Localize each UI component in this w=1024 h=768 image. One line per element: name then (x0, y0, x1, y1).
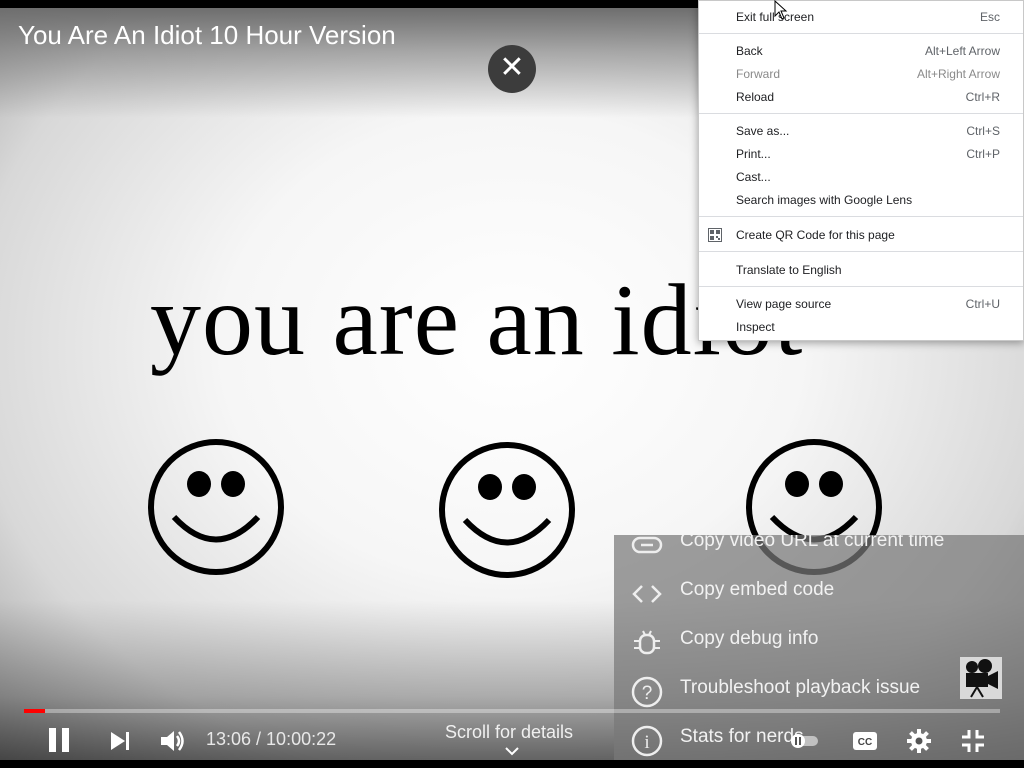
progress-played (24, 709, 46, 713)
player-context-menu: Copy video URL at current time Copy embe… (614, 535, 1024, 760)
menu-item-translate[interactable]: Translate to English (699, 259, 1023, 282)
menu-item-shortcut: Ctrl+S (966, 124, 1000, 138)
menu-item-print[interactable]: Print... Ctrl+P (699, 143, 1023, 166)
menu-item-back[interactable]: Back Alt+Left Arrow (699, 40, 1023, 63)
menu-divider (699, 286, 1023, 287)
settings-gear-icon[interactable] (906, 728, 932, 754)
menu-item-label: View page source (736, 297, 832, 311)
menu-item-reload[interactable]: Reload Ctrl+R (699, 86, 1023, 109)
browser-context-menu: Exit full screen Esc Back Alt+Left Arrow… (698, 0, 1024, 341)
menu-item-shortcut: Ctrl+U (965, 297, 1000, 311)
info-icon: i (631, 725, 663, 757)
menu-item-copy-url[interactable]: Copy video URL at current time (614, 535, 1024, 566)
menu-item-shortcut: Alt+Left Arrow (924, 44, 1000, 58)
bug-icon (634, 630, 660, 655)
video-title[interactable]: You Are An Idiot 10 Hour Version (18, 20, 396, 51)
menu-item-label: Cast... (736, 170, 771, 184)
menu-item-label: Troubleshoot playback issue (680, 677, 921, 698)
menu-divider (699, 251, 1023, 252)
menu-item-label: Inspect (736, 320, 775, 334)
menu-item-label: Copy embed code (680, 579, 835, 600)
menu-item-view-source[interactable]: View page source Ctrl+U (699, 293, 1023, 316)
mouse-cursor-icon (774, 0, 788, 20)
menu-item-label: Stats for nerds (680, 726, 804, 747)
subtitles-icon[interactable]: CC (851, 729, 879, 753)
menu-item-label: Copy debug info (680, 628, 819, 649)
svg-text:?: ? (642, 683, 653, 704)
menu-item-label: Forward (736, 67, 781, 81)
menu-item-label: Reload (736, 90, 775, 104)
help-icon: ? (631, 676, 663, 708)
menu-item-label: Print... (736, 147, 771, 161)
autoplay-toggle-icon[interactable] (790, 731, 820, 751)
pause-icon[interactable] (46, 726, 72, 754)
scroll-for-details[interactable]: Scroll for details (445, 722, 573, 743)
menu-item-shortcut: Esc (979, 10, 1000, 24)
fullscreen-player: you are an idiot You Are An Idiot 10 Hou… (0, 0, 1024, 768)
film-camera-icon[interactable] (960, 657, 1002, 699)
menu-divider (699, 216, 1023, 217)
menu-item-label: Copy video URL at current time (680, 535, 945, 551)
link-icon (631, 536, 663, 554)
smiley-face-icon (439, 442, 575, 578)
menu-item-shortcut: Ctrl+P (966, 147, 1000, 161)
menu-item-google-lens[interactable]: Search images with Google Lens (699, 189, 1023, 212)
menu-item-shortcut: Alt+Right Arrow (916, 67, 1000, 81)
time-display: 13:06 / 10:00:22 (206, 729, 337, 749)
menu-divider (699, 33, 1023, 34)
menu-item-label: Back (736, 44, 763, 58)
menu-item-qr-code[interactable]: Create QR Code for this page (699, 224, 1023, 247)
close-icon: ✕ (499, 51, 525, 84)
volume-icon[interactable] (159, 728, 187, 754)
chevron-down-icon[interactable] (503, 745, 521, 757)
svg-text:CC: CC (858, 737, 872, 748)
code-icon (632, 585, 662, 603)
exit-fullscreen-icon[interactable] (960, 728, 986, 754)
letterbox-bottom (0, 760, 1024, 768)
smiley-face-icon (148, 439, 284, 575)
menu-item-exit-fullscreen[interactable]: Exit full screen Esc (699, 6, 1023, 29)
svg-text:i: i (644, 732, 649, 753)
menu-item-label: Create QR Code for this page (736, 228, 895, 242)
menu-item-shortcut: Ctrl+R (965, 90, 1000, 104)
menu-item-label: Save as... (736, 124, 790, 138)
menu-item-copy-embed[interactable]: Copy embed code (614, 566, 1024, 615)
qr-code-icon (708, 228, 722, 242)
next-icon[interactable] (108, 729, 132, 753)
menu-item-label: Translate to English (736, 263, 842, 277)
menu-item-label: Search images with Google Lens (736, 193, 913, 207)
menu-divider (699, 113, 1023, 114)
menu-item-inspect[interactable]: Inspect (699, 316, 1023, 339)
menu-item-forward: Forward Alt+Right Arrow (699, 63, 1023, 86)
progress-bar[interactable] (24, 709, 1000, 713)
menu-item-save-as[interactable]: Save as... Ctrl+S (699, 120, 1023, 143)
close-button[interactable]: ✕ (488, 45, 536, 93)
menu-item-cast[interactable]: Cast... (699, 166, 1023, 189)
